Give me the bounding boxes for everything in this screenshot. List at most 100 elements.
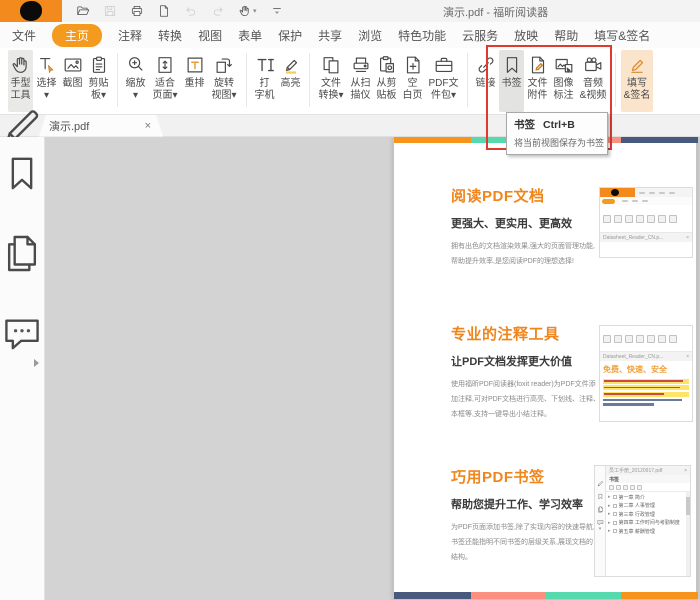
section-subtitle: 让PDF文档发挥更大价值 (451, 356, 572, 368)
ribbon-fit-page-button[interactable]: 适合 页面▾ (149, 50, 181, 112)
mini-close-icon: × (684, 467, 687, 474)
menu-tab-view[interactable]: 视图 (198, 24, 222, 47)
document-tab[interactable]: 演示.pdf × (39, 115, 163, 137)
ribbon-typewriter-button[interactable]: 打字机 (252, 50, 277, 112)
reflow-icon (184, 54, 206, 76)
ribbon-from-clipboard-button[interactable]: 从剪 贴板 (374, 50, 399, 112)
title-bar: ▾ 演示.pdf - 福昕阅读器 (0, 0, 700, 22)
ribbon-button-label: 从剪 贴板 (376, 78, 397, 101)
foxit-reader-window: ▾ 演示.pdf - 福昕阅读器 文件 主页 注释 转换 视图 表单 保护 共享 浏览 特色功能云… (0, 0, 700, 600)
section-title: 专业的注释工具 (451, 326, 560, 343)
mini-headline: 免费、快速、安全 (603, 365, 667, 374)
qat-print-button[interactable] (130, 3, 144, 19)
menu-tab-convert[interactable]: 转换 (158, 24, 182, 47)
highlighted-text-line (603, 378, 689, 384)
menu-tab-help[interactable]: 帮助 (554, 24, 578, 47)
qat-hand-mode-button[interactable]: ▾ (238, 3, 257, 19)
bookmark-tooltip: 书签 Ctrl+B 将当前视图保存为书签 (506, 112, 608, 155)
mini-titlebar (600, 188, 692, 197)
ribbon-button-label: 链接 (475, 78, 496, 89)
sidebar-comments-button[interactable] (0, 309, 44, 358)
mini-icon (609, 484, 614, 490)
ribbon-audio-video-button[interactable]: 音频 &视频 (577, 50, 609, 112)
mini-menubar (600, 197, 692, 205)
screenshot-thumbnail-bookmarks: ▾ 员工手册_20120917.pdf × 书签 ▸ 第一章 简介 ▸ 第二章 人事管… (594, 465, 691, 577)
ribbon-snapshot-button[interactable]: 截图 (60, 50, 85, 112)
qat-undo-button[interactable] (184, 3, 198, 19)
save-icon (103, 4, 117, 18)
menu-tab-file[interactable]: 文件 (12, 24, 36, 47)
ribbon-clipboard-button[interactable]: 剪贴 板▾ (86, 50, 111, 112)
ribbon-button-label: 文件 转换▾ (318, 78, 344, 101)
ribbon-from-scanner-button[interactable]: 从扫 描仪 (348, 50, 373, 112)
ribbon-button-label: 空白页 (402, 78, 423, 101)
sidebar-bookmarks-button[interactable] (0, 149, 44, 198)
mini-logo-redaction (611, 189, 619, 196)
mini-panel-title: 书签 (606, 475, 690, 483)
mini-doc-tab: 员工手册_20120917.pdf × (606, 466, 690, 475)
highlight-icon (280, 54, 302, 76)
ribbon-image-annotation-button[interactable]: 图像 标注 (551, 50, 576, 112)
ribbon-rotate-view-button[interactable]: 旋转 视图▾ (208, 50, 240, 112)
text-line (603, 398, 683, 401)
qat-save-button[interactable] (103, 3, 117, 19)
stripe-segment (621, 592, 698, 599)
pdf-page: 阅读PDF文档 更强大、更实用、更高效 拥有出色的文档渲染效果,强大的页面管理功… (393, 137, 698, 600)
mini-doc-tab: Datasheet_Reader_CN.p... × (600, 233, 692, 242)
menu-tab-share[interactable]: 共享 (318, 24, 342, 47)
section-body: 使用福昕PDF阅读器(foxit reader)为PDF文件添 加注释,可对PDF… (451, 381, 607, 418)
navigation-sidebar (0, 137, 45, 600)
qat-open-button[interactable] (76, 3, 90, 19)
stripe-segment (546, 592, 621, 599)
ribbon-separator (309, 53, 310, 107)
ribbon-button-label: 选择 ▾ (36, 78, 57, 101)
stripe-segment (394, 592, 471, 599)
qat-redo-button[interactable] (211, 3, 225, 19)
menu-tab-cloud[interactable]: 云服务 (462, 24, 498, 47)
bookmark-icon (501, 54, 523, 76)
qat-customize-button[interactable] (270, 3, 284, 19)
mini-bookmark-list: ▸ 第一章 简介 ▸ 第二章 人事管理 ▸ 第三章 行政管理 ▸ 第四章 工作时间与考勤制度 ▸… (606, 492, 690, 576)
ribbon-blank-page-button[interactable]: 空白页 (400, 50, 425, 112)
mini-bookmark-item: ▸ 第五章 薪酬管理 (608, 528, 655, 535)
mini-icon (636, 334, 644, 343)
tab-close-icon[interactable]: × (145, 120, 151, 132)
typewriter-icon (254, 54, 276, 76)
qat-new-page-button[interactable] (157, 3, 171, 19)
ribbon-reflow-button[interactable]: 重排 (182, 50, 207, 112)
menu-tab-fill-sign-tab[interactable]: 填写&签名 (594, 24, 650, 47)
mini-ribbon (600, 205, 692, 233)
bookmark-icon (0, 157, 44, 202)
ribbon-pdf-package-button[interactable]: PDF文 件包▾ (426, 50, 461, 112)
document-canvas: 阅读PDF文档 更强大、更实用、更高效 拥有出色的文档渲染效果,强大的页面管理功… (45, 137, 700, 600)
ribbon-zoom-button[interactable]: 缩放 ▾ (123, 50, 148, 112)
folder-open-icon (76, 4, 90, 18)
panel-expander-icon[interactable] (34, 359, 39, 367)
menu-tab-comment[interactable]: 注释 (118, 24, 142, 47)
sidebar-pages-button[interactable] (0, 229, 44, 278)
ribbon-highlight-button[interactable]: 高亮 (278, 50, 303, 112)
ribbon-file-convert-button[interactable]: 文件 转换▾ (315, 50, 347, 112)
fit-page-icon (154, 54, 176, 76)
ribbon-bookmark-button[interactable]: 书签 (499, 50, 524, 112)
mini-icon (614, 334, 622, 343)
zoom-icon (125, 54, 147, 76)
mini-icon (647, 334, 655, 343)
menu-tab-features[interactable]: 特色功能 (398, 24, 446, 47)
menu-tab-slideshow[interactable]: 放映 (514, 24, 538, 47)
ribbon-fill-sign-button[interactable]: 填写 &签名 (621, 50, 653, 112)
mini-bookmark-item: ▸ 第一章 简介 (608, 494, 645, 501)
mini-bookmark-item: ▸ 第二章 人事管理 (608, 502, 655, 510)
ribbon-file-attachment-button[interactable]: 文件 附件 (525, 50, 550, 112)
menu-tab-form[interactable]: 表单 (238, 24, 262, 47)
menu-tab-home[interactable]: 主页 (52, 23, 103, 47)
menu-tab-browse[interactable]: 浏览 (358, 24, 382, 47)
section-title: 阅读PDF文档 (451, 188, 545, 205)
pencil-icon (597, 474, 604, 487)
mini-icon (636, 214, 644, 223)
ribbon-button-label: 文件 附件 (527, 78, 548, 101)
print-icon (130, 4, 144, 18)
ribbon-link-button[interactable]: 链接 (473, 50, 498, 112)
text-line (603, 403, 654, 406)
menu-tab-protect[interactable]: 保护 (278, 24, 302, 47)
